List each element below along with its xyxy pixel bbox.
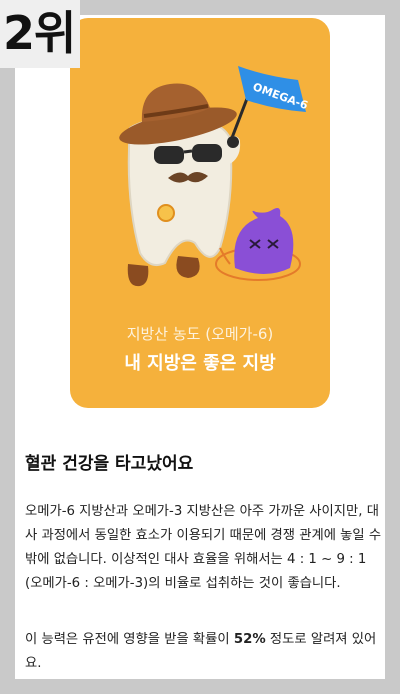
rank-badge: 2위 bbox=[0, 0, 80, 68]
section-heading: 혈관 건강을 타고났어요 bbox=[25, 454, 194, 474]
trait-card: OMEGA-6 지방산 농도 (오메가-6) 내 지방은 좋은 지방 bbox=[70, 18, 330, 408]
character-illustration: OMEGA-6 bbox=[119, 66, 310, 287]
medal bbox=[157, 204, 175, 222]
card-title: 내 지방은 좋은 지방 bbox=[124, 353, 276, 374]
left-boot bbox=[127, 264, 149, 287]
description-paragraph: 오메가-6 지방산과 오메가-3 지방산은 아주 가까운 사이지만, 대사 과정… bbox=[25, 504, 382, 591]
sunglasses-left bbox=[154, 146, 184, 164]
purple-monster bbox=[234, 208, 294, 274]
card-subtitle: 지방산 농도 (오메가-6) bbox=[126, 325, 274, 343]
heritability-paragraph: 이 능력은 유전에 영향을 받을 확률이 52% 정도로 알려져 있어요. bbox=[25, 628, 383, 676]
heritability-text-before: 이 능력은 유전에 영향을 받을 확률이 bbox=[25, 632, 234, 647]
result-panel: OMEGA-6 지방산 농도 (오메가-6) 내 지방은 좋은 지방 혈관 건강… bbox=[15, 15, 385, 679]
sunglasses-right bbox=[192, 144, 222, 162]
right-boot bbox=[176, 256, 200, 278]
heritability-value: 52% bbox=[233, 632, 266, 647]
